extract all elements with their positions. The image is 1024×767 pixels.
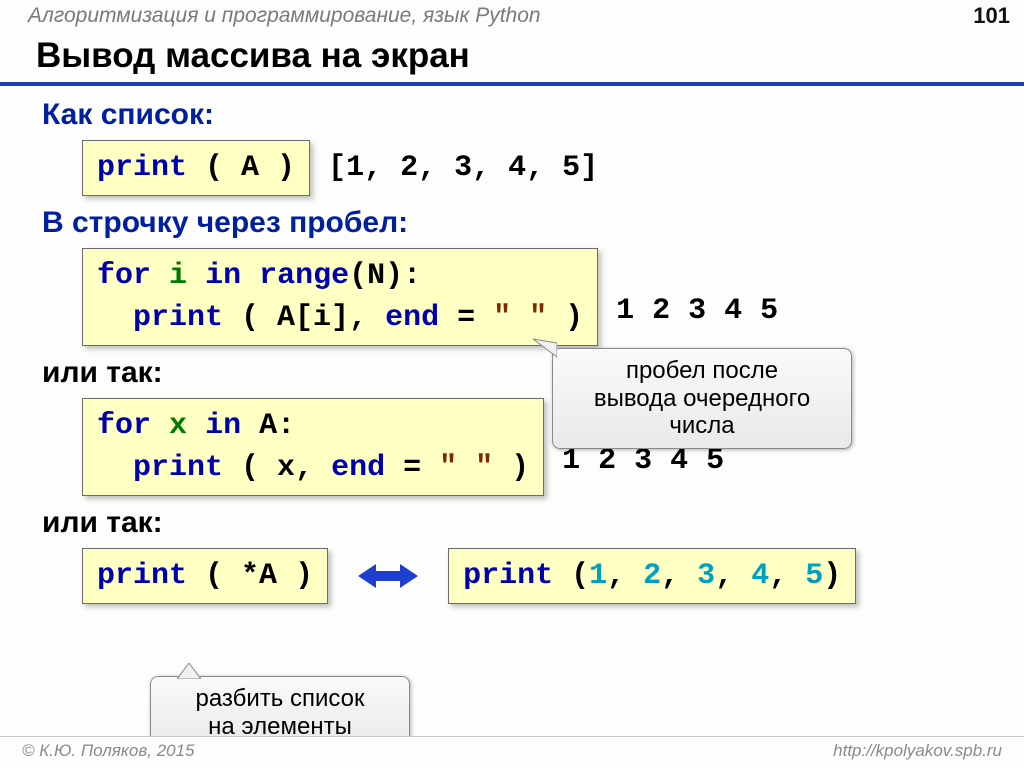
output-list: [1, 2, 3, 4, 5]: [328, 151, 598, 185]
output-space2: 1 2 3 4 5: [562, 444, 724, 478]
callout-space-note: пробел после вывода очередного числа: [552, 348, 852, 449]
callout-space-text: пробел после вывода очередного числа: [594, 357, 810, 439]
code-print-unpacked: print (1, 2, 3, 4, 5): [448, 548, 856, 604]
code-print-star: print ( *A ): [82, 548, 328, 604]
slide-body: Как список: print ( A ) [1, 2, 3, 4, 5] …: [0, 98, 1024, 604]
page-number: 101: [973, 3, 1010, 29]
callout-unpack-text: разбить список на элементы: [196, 685, 365, 740]
course-title: Алгоритмизация и программирование, язык …: [28, 4, 541, 28]
output-space1: 1 2 3 4 5: [616, 294, 778, 328]
slide-title: Вывод массива на экран: [0, 32, 1024, 86]
code-for-range: for i in range(N): print ( A[i], end = "…: [82, 248, 598, 346]
footer-url: http://kpolyakov.spb.ru: [833, 741, 1002, 761]
subhead-as-list: Как список:: [42, 98, 988, 132]
subhead-space: В строчку через пробел:: [42, 206, 988, 240]
slide-header: Алгоритмизация и программирование, язык …: [0, 0, 1024, 32]
slide-footer: © К.Ю. Поляков, 2015 http://kpolyakov.sp…: [0, 736, 1024, 767]
copyright: © К.Ю. Поляков, 2015: [22, 741, 195, 761]
double-arrow-icon: [358, 561, 418, 591]
code-print-a: print ( A ): [82, 140, 310, 196]
code-for-x: for x in A: print ( x, end = " " ): [82, 398, 544, 496]
subhead-alt2: или так:: [42, 506, 988, 540]
